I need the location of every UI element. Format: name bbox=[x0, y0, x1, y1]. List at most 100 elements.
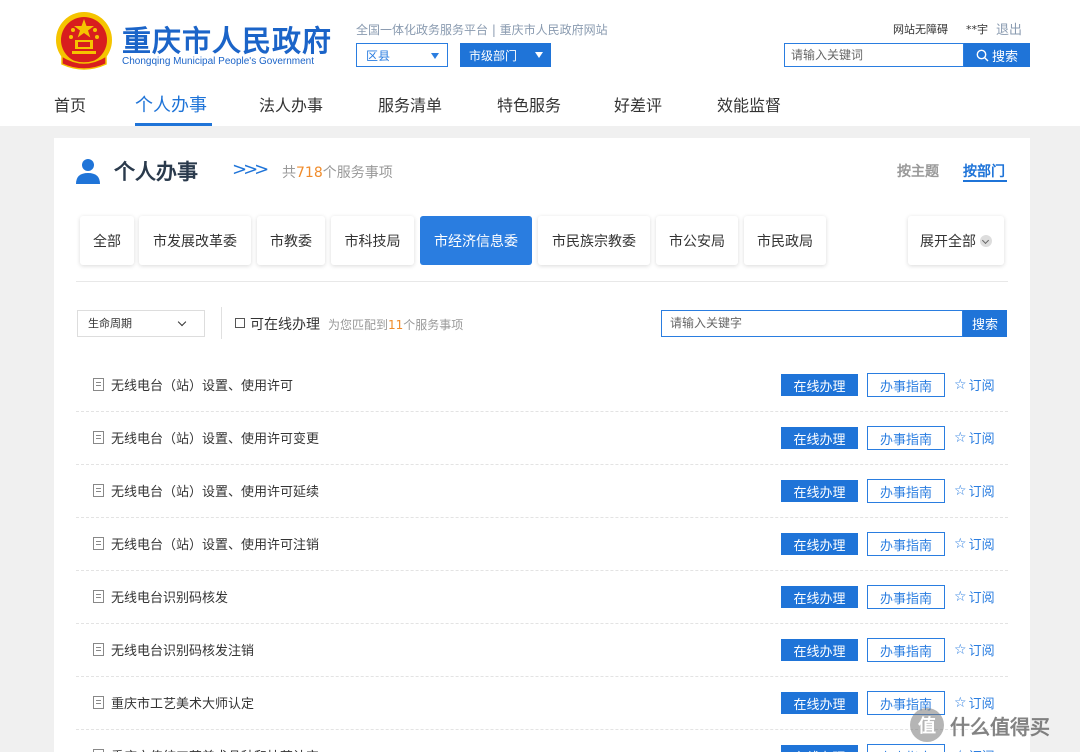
subscribe-label: 订阅 bbox=[969, 746, 995, 752]
service-count: 共718个服务事项 bbox=[282, 162, 393, 182]
view-by-theme-tab[interactable]: 按主题 bbox=[897, 161, 939, 181]
document-icon bbox=[93, 378, 104, 391]
service-row: 无线电台（站）设置、使用许可变更 在线办理 办事指南 ☆ 订阅 bbox=[76, 412, 1008, 465]
nav-active-indicator bbox=[135, 123, 212, 126]
national-emblem-icon bbox=[56, 12, 112, 70]
subscribe-label: 订阅 bbox=[968, 644, 995, 659]
expand-all-label: 展开全部 bbox=[920, 233, 976, 250]
view-active-indicator bbox=[963, 180, 1007, 182]
section-title: 个人办事 bbox=[114, 160, 198, 184]
star-icon: ☆ bbox=[954, 429, 967, 446]
nav-service-list[interactable]: 服务清单 bbox=[378, 92, 442, 116]
header-search-input[interactable]: 请输入关键词 bbox=[784, 43, 964, 67]
nav-featured-services[interactable]: 特色服务 bbox=[497, 92, 561, 116]
star-icon: ☆ bbox=[954, 588, 967, 605]
service-count-suffix: 个服务事项 bbox=[322, 165, 393, 181]
nav-personal-affairs[interactable]: 个人办事 bbox=[135, 91, 207, 117]
match-count: 为您匹配到11个服务事项 bbox=[328, 316, 463, 333]
watermark-text: 什么值得买 bbox=[950, 714, 1050, 739]
apply-online-button[interactable]: 在线办理 bbox=[781, 533, 858, 555]
document-icon bbox=[93, 537, 104, 550]
document-icon bbox=[93, 696, 104, 709]
service-name[interactable]: 重庆市工艺美术大师认定 bbox=[111, 693, 254, 712]
keyword-search-input[interactable]: 请输入关键字 bbox=[661, 310, 963, 337]
caret-down-icon bbox=[535, 52, 543, 58]
caret-down-icon bbox=[431, 53, 439, 59]
service-name[interactable]: 无线电台识别码核发 bbox=[111, 587, 228, 606]
service-name[interactable]: 无线电台（站）设置、使用许可变更 bbox=[111, 428, 319, 447]
expand-all-button[interactable]: 展开全部 bbox=[908, 216, 1004, 265]
online-only-label[interactable]: 可在线办理 bbox=[250, 314, 320, 334]
person-icon bbox=[76, 159, 100, 184]
subscribe-button[interactable]: ☆订阅 bbox=[954, 428, 995, 448]
dept-tab-all[interactable]: 全部 bbox=[80, 216, 134, 265]
subscribe-button[interactable]: ☆订阅 bbox=[954, 481, 995, 501]
dept-tab-civil-affairs[interactable]: 市民政局 bbox=[744, 216, 826, 265]
dept-tab-education[interactable]: 市教委 bbox=[257, 216, 325, 265]
service-guide-button[interactable]: 办事指南 bbox=[867, 744, 945, 752]
county-select[interactable]: 区县 bbox=[356, 43, 448, 67]
search-icon bbox=[976, 49, 989, 61]
online-only-checkbox[interactable] bbox=[235, 318, 245, 328]
subscribe-button[interactable]: ☆订阅 bbox=[954, 640, 995, 660]
subscribe-button[interactable]: ☆订阅 bbox=[954, 375, 995, 395]
accessibility-link[interactable]: 网站无障碍 bbox=[893, 21, 948, 37]
site-logo-title[interactable]: 重庆市人民政府 bbox=[122, 18, 332, 60]
city-department-select-label: 市级部门 bbox=[469, 48, 518, 63]
dept-tab-economy-information[interactable]: 市经济信息委 bbox=[420, 216, 532, 265]
service-row: 无线电台识别码核发注销 在线办理 办事指南 ☆ 订阅 bbox=[76, 624, 1008, 677]
apply-online-button[interactable]: 在线办理 bbox=[781, 745, 858, 752]
nav-home[interactable]: 首页 bbox=[54, 92, 86, 116]
lifecycle-select[interactable]: 生命周期 bbox=[77, 310, 205, 337]
nav-legal-entity-affairs[interactable]: 法人办事 bbox=[259, 92, 323, 116]
service-row: 无线电台识别码核发 在线办理 办事指南 ☆ 订阅 bbox=[76, 571, 1008, 624]
service-guide-button[interactable]: 办事指南 bbox=[867, 426, 945, 450]
dept-tab-science-technology[interactable]: 市科技局 bbox=[331, 216, 414, 265]
service-guide-button[interactable]: 办事指南 bbox=[867, 373, 945, 397]
keyword-search-button[interactable]: 搜索 bbox=[963, 310, 1007, 337]
county-select-label: 区县 bbox=[366, 48, 391, 63]
logout-link[interactable]: 退出 bbox=[996, 19, 1022, 38]
apply-online-button[interactable]: 在线办理 bbox=[781, 480, 858, 502]
star-icon: ☆ bbox=[954, 748, 967, 752]
service-guide-button[interactable]: 办事指南 bbox=[867, 532, 945, 556]
star-icon: ☆ bbox=[954, 482, 967, 499]
user-name[interactable]: **宇 bbox=[966, 21, 988, 37]
view-by-department-tab[interactable]: 按部门 bbox=[963, 161, 1005, 181]
service-name[interactable]: 重庆市传统工艺美术品种和技艺认定 bbox=[111, 746, 319, 752]
service-guide-button[interactable]: 办事指南 bbox=[867, 585, 945, 609]
match-count-number: 11 bbox=[388, 318, 404, 332]
nav-efficiency-supervision[interactable]: 效能监督 bbox=[717, 92, 781, 116]
document-icon bbox=[93, 484, 104, 497]
nav-good-bad-review[interactable]: 好差评 bbox=[614, 92, 662, 116]
chevron-down-icon bbox=[980, 234, 992, 247]
apply-online-button[interactable]: 在线办理 bbox=[781, 427, 858, 449]
service-row: 无线电台（站）设置、使用许可注销 在线办理 办事指南 ☆ 订阅 bbox=[76, 518, 1008, 571]
apply-online-button[interactable]: 在线办理 bbox=[781, 586, 858, 608]
apply-online-button[interactable]: 在线办理 bbox=[781, 374, 858, 396]
subscribe-label: 订阅 bbox=[968, 432, 995, 447]
apply-online-button[interactable]: 在线办理 bbox=[781, 692, 858, 714]
city-department-select[interactable]: 市级部门 bbox=[460, 43, 551, 67]
service-name[interactable]: 无线电台（站）设置、使用许可 bbox=[111, 375, 293, 394]
subscribe-button[interactable]: ☆订阅 bbox=[954, 587, 995, 607]
service-name[interactable]: 无线电台（站）设置、使用许可延续 bbox=[111, 481, 319, 500]
dept-tab-public-security[interactable]: 市公安局 bbox=[656, 216, 738, 265]
filter-separator bbox=[221, 307, 222, 339]
service-name[interactable]: 无线电台识别码核发注销 bbox=[111, 640, 254, 659]
dept-tab-ethnic-religious[interactable]: 市民族宗教委 bbox=[538, 216, 650, 265]
service-guide-button[interactable]: 办事指南 bbox=[867, 638, 945, 662]
subscribe-label: 订阅 bbox=[968, 538, 995, 553]
apply-online-button[interactable]: 在线办理 bbox=[781, 639, 858, 661]
service-guide-button[interactable]: 办事指南 bbox=[867, 479, 945, 503]
watermark: 值 什么值得买 bbox=[910, 706, 1050, 744]
subscribe-button[interactable]: ☆订阅 bbox=[954, 746, 995, 752]
header-search-button[interactable]: 搜索 bbox=[964, 43, 1030, 67]
service-row: 无线电台（站）设置、使用许可 在线办理 办事指南 ☆ 订阅 bbox=[76, 359, 1008, 412]
subscribe-button[interactable]: ☆订阅 bbox=[954, 534, 995, 554]
watermark-logo: 值 bbox=[910, 708, 944, 742]
document-icon bbox=[93, 590, 104, 603]
service-name[interactable]: 无线电台（站）设置、使用许可注销 bbox=[111, 534, 319, 553]
dept-tab-development-reform[interactable]: 市发展改革委 bbox=[139, 216, 251, 265]
service-row: 重庆市传统工艺美术品种和技艺认定 在线办理 办事指南 ☆订阅 bbox=[76, 730, 1008, 752]
